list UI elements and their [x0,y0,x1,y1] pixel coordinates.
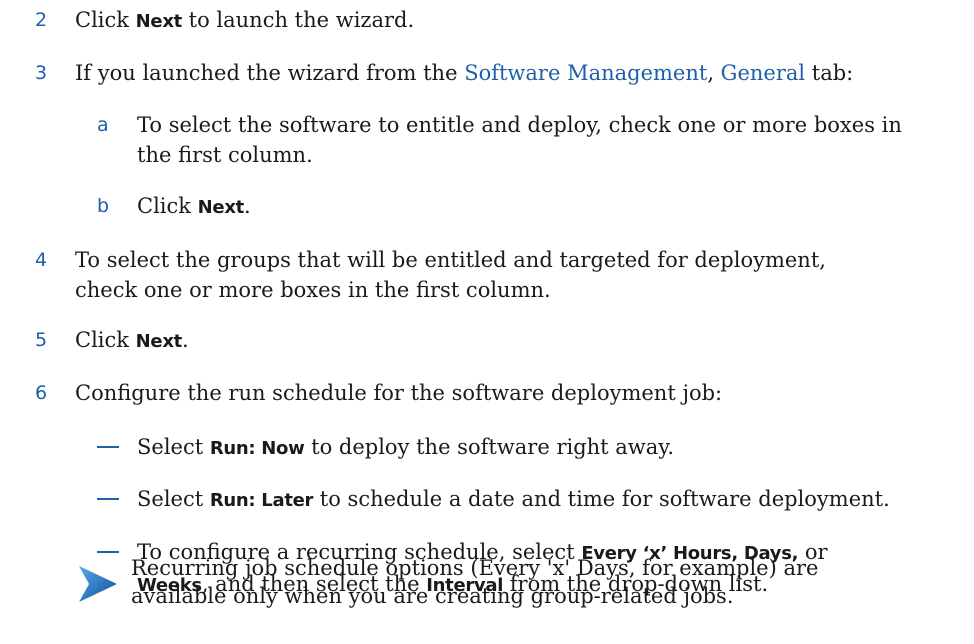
dash-bullet-icon [97,446,119,448]
step-text: Configure the run schedule for the softw… [75,381,723,405]
bullet-text: Select Run: Now to deploy the software r… [137,435,675,459]
step-number: 2 [35,9,48,31]
note-text: Recurring job schedule options (Every 'x… [131,556,819,608]
step-number: 4 [35,249,48,271]
next-ui-label: Next [197,197,245,218]
step-text: Click Next. [75,328,189,352]
substep-text: Click Next. [137,194,251,218]
step-text: To select the groups that will be entitl… [75,248,826,302]
substep-letter: a [97,114,109,136]
step-number: 3 [35,62,48,84]
general-tab-link[interactable]: General [721,61,805,85]
step-number: 5 [35,329,48,351]
software-management-link[interactable]: Software Management [464,61,707,85]
document-page: 2 Click Next to launch the wizard. 3 If … [0,0,974,644]
run-now-ui-label: Run: Now [209,438,305,459]
bullet-text: Select Run: Later to schedule a date and… [137,487,890,511]
step-text: If you launched the wizard from the Soft… [75,61,854,85]
next-ui-label: Next [135,11,183,32]
arrow-note-icon [79,566,117,602]
run-later-ui-label: Run: Later [209,490,314,511]
substep-text: To select the software to entitle and de… [137,113,902,167]
step-text: Click Next to launch the wizard. [75,8,415,32]
dash-bullet-icon [97,551,119,553]
step-number: 6 [35,382,48,404]
dash-bullet-icon [97,498,119,500]
substep-letter: b [97,195,110,217]
next-ui-label: Next [135,331,183,352]
